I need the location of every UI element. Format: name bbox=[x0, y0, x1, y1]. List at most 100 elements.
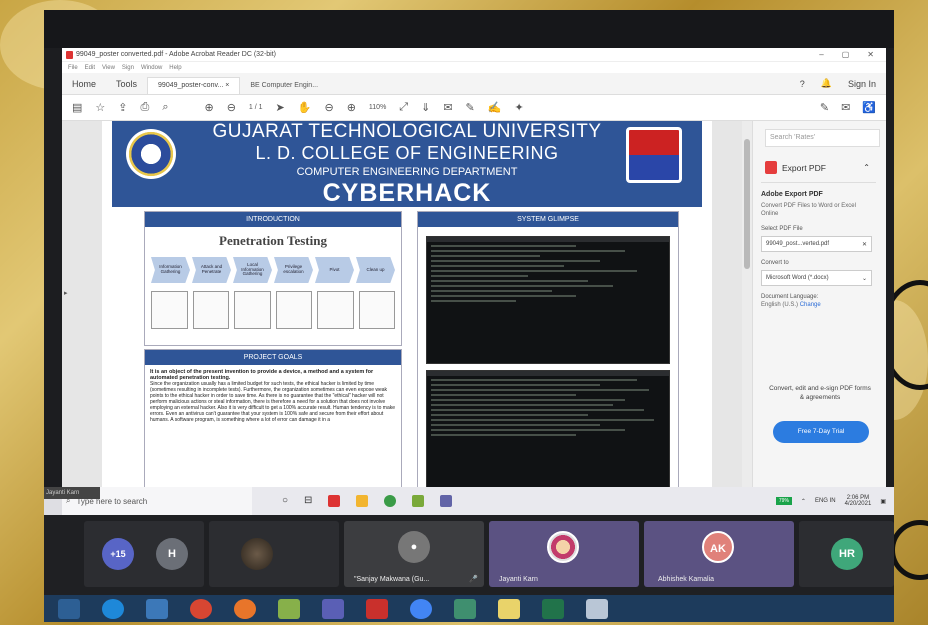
search-icon[interactable]: ⌕ bbox=[162, 101, 168, 114]
poster-page: GUJARAT TECHNOLOGICAL UNIVERSITY L. D. C… bbox=[102, 121, 712, 506]
paint-icon[interactable] bbox=[586, 598, 608, 619]
others-count-badge[interactable]: +15 bbox=[102, 538, 134, 570]
participant-name: Abhishek Kamalia bbox=[658, 576, 715, 583]
menu-edit[interactable]: Edit bbox=[85, 65, 95, 71]
tab-close-icon[interactable]: × bbox=[225, 82, 229, 89]
document-view[interactable]: ▸ GUJARAT TECHNOLOGICAL UNIVERSITY L. D.… bbox=[62, 121, 752, 506]
tab-tools[interactable]: Tools bbox=[106, 79, 147, 94]
window-controls: – ▢ ✕ bbox=[819, 50, 886, 59]
photos-icon[interactable] bbox=[454, 598, 476, 619]
mic-muted-icon: 🎤 bbox=[469, 576, 478, 583]
mail-icon[interactable]: ✉ bbox=[841, 101, 850, 114]
scrollbar-thumb[interactable] bbox=[744, 139, 750, 269]
android-icon[interactable] bbox=[278, 598, 300, 619]
page-indicator[interactable]: 1 / 1 bbox=[249, 104, 263, 111]
tab-home[interactable]: Home bbox=[62, 79, 106, 94]
link-icon[interactable] bbox=[146, 598, 168, 619]
project-goals-header: PROJECT GOALS bbox=[145, 350, 401, 365]
participant-tile[interactable]: +15 H bbox=[84, 521, 204, 587]
excel-icon[interactable] bbox=[542, 598, 564, 619]
step-item: Pivot bbox=[315, 257, 354, 283]
firefox-icon[interactable] bbox=[234, 598, 256, 619]
fill-sign-icon[interactable]: ✦ bbox=[514, 101, 523, 114]
acrobat-icon[interactable] bbox=[366, 598, 388, 619]
export-pdf-header[interactable]: Export PDF ⌃ bbox=[765, 161, 886, 174]
edge-icon[interactable] bbox=[102, 598, 124, 619]
chevron-up-icon[interactable]: ⌃ bbox=[863, 163, 886, 172]
zoom-in-icon[interactable]: ⊕ bbox=[347, 101, 356, 114]
accessibility-icon[interactable]: ♿ bbox=[862, 101, 876, 114]
participant-tile[interactable]: AK Abhishek Kamalia bbox=[644, 521, 794, 587]
maximize-button[interactable]: ▢ bbox=[842, 50, 850, 59]
vertical-scrollbar[interactable] bbox=[742, 121, 752, 506]
comment-icon[interactable]: ✉ bbox=[443, 101, 452, 114]
selected-file-name: 99049_post...verted.pdf bbox=[766, 241, 830, 247]
close-button[interactable]: ✕ bbox=[867, 50, 874, 59]
battery-indicator[interactable]: 79% bbox=[775, 497, 792, 505]
share-icon[interactable]: ✎ bbox=[820, 101, 829, 114]
notifications-icon[interactable]: ▣ bbox=[880, 498, 886, 505]
step-description-box bbox=[275, 291, 312, 329]
chrome-icon[interactable] bbox=[190, 598, 212, 619]
page-up-icon[interactable]: ⊕ bbox=[204, 101, 213, 114]
clock[interactable]: 2:06 PM 4/20/2021 bbox=[845, 495, 872, 507]
clear-file-icon[interactable]: ✕ bbox=[862, 241, 867, 248]
participant-tile[interactable]: HR bbox=[799, 521, 894, 587]
print-icon[interactable]: ⎙ bbox=[141, 101, 150, 114]
terminal-screenshot bbox=[426, 370, 670, 506]
menu-sign[interactable]: Sign bbox=[122, 65, 134, 71]
bookmark-icon[interactable]: ☆ bbox=[95, 101, 105, 114]
task-view-icon[interactable]: ⊟ bbox=[304, 495, 312, 507]
menu-window[interactable]: Window bbox=[141, 65, 162, 71]
teams-icon[interactable] bbox=[322, 598, 344, 619]
step-description-box bbox=[317, 291, 354, 329]
cortana-icon[interactable]: ○ bbox=[282, 495, 288, 507]
participant-tile[interactable] bbox=[209, 521, 339, 587]
menu-help[interactable]: Help bbox=[169, 65, 181, 71]
chrome-icon[interactable] bbox=[384, 495, 397, 507]
meeting-participants-bar: +15 H ● "Sanjay Makwana (Gu... 🎤 Jayanti… bbox=[44, 515, 894, 595]
tab-document-label: 99049_poster-conv... bbox=[158, 82, 224, 89]
participant-photo bbox=[241, 538, 273, 570]
sign-icon[interactable]: ✍ bbox=[488, 101, 502, 114]
notes-icon[interactable] bbox=[498, 598, 520, 619]
create-pdf-icon[interactable]: ▤ bbox=[72, 101, 82, 114]
participant-tile[interactable]: ● "Sanjay Makwana (Gu... 🎤 bbox=[344, 521, 484, 587]
select-tool-icon[interactable]: ➤ bbox=[276, 101, 285, 114]
selected-file-field[interactable]: 99049_post...verted.pdf ✕ bbox=[761, 236, 872, 252]
help-icon[interactable]: ? bbox=[800, 79, 805, 89]
file-explorer-icon[interactable] bbox=[356, 495, 369, 507]
page-down-icon[interactable]: ⊖ bbox=[227, 101, 236, 114]
participant-tile[interactable]: Jayanti Karn bbox=[489, 521, 639, 587]
convert-format-select[interactable]: Microsoft Word (*.docx) ⌄ bbox=[761, 270, 872, 286]
zoom-level[interactable]: 110% bbox=[369, 104, 386, 111]
language-indicator[interactable]: ENG IN bbox=[815, 498, 836, 504]
zoom-out-icon[interactable]: ⊖ bbox=[324, 101, 333, 114]
left-panel-toggle-icon[interactable]: ▸ bbox=[64, 289, 68, 297]
scroll-mode-icon[interactable]: ⇓ bbox=[421, 101, 430, 114]
tab-document-2[interactable]: BE Computer Engin... bbox=[240, 78, 328, 94]
fit-icon[interactable]: ⤢ bbox=[399, 101, 408, 114]
acrobat-app-icon[interactable] bbox=[328, 495, 341, 507]
hand-tool-icon[interactable]: ✋ bbox=[298, 101, 312, 114]
promo-text: Convert, edit and e-sign PDF forms & agr… bbox=[769, 385, 871, 401]
change-language-link[interactable]: Change bbox=[800, 302, 821, 308]
minimize-button[interactable]: – bbox=[819, 50, 823, 59]
chrome-icon[interactable] bbox=[410, 598, 432, 619]
tray-chevron-icon[interactable]: ⌃ bbox=[801, 498, 806, 505]
windows-icon[interactable] bbox=[58, 598, 80, 619]
goals-lead: It is an object of the present invention… bbox=[150, 369, 374, 381]
document-language: English (U.S.) Change bbox=[761, 301, 872, 309]
menu-file[interactable]: File bbox=[68, 65, 78, 71]
highlight-icon[interactable]: ✎ bbox=[466, 101, 475, 114]
menu-view[interactable]: View bbox=[102, 65, 115, 71]
store-icon[interactable] bbox=[412, 495, 425, 507]
free-trial-button[interactable]: Free 7-Day Trial bbox=[773, 421, 869, 443]
teams-icon[interactable] bbox=[440, 495, 453, 507]
upload-icon[interactable]: ⇪ bbox=[118, 101, 127, 114]
tools-search-input[interactable]: Search 'Rates' bbox=[765, 129, 880, 147]
acrobat-window: 99049_poster converted.pdf - Adobe Acrob… bbox=[62, 48, 886, 506]
tab-document[interactable]: 99049_poster-conv... × bbox=[147, 77, 241, 94]
sign-in-button[interactable]: Sign In bbox=[848, 79, 876, 89]
bell-icon[interactable]: 🔔 bbox=[821, 78, 832, 89]
